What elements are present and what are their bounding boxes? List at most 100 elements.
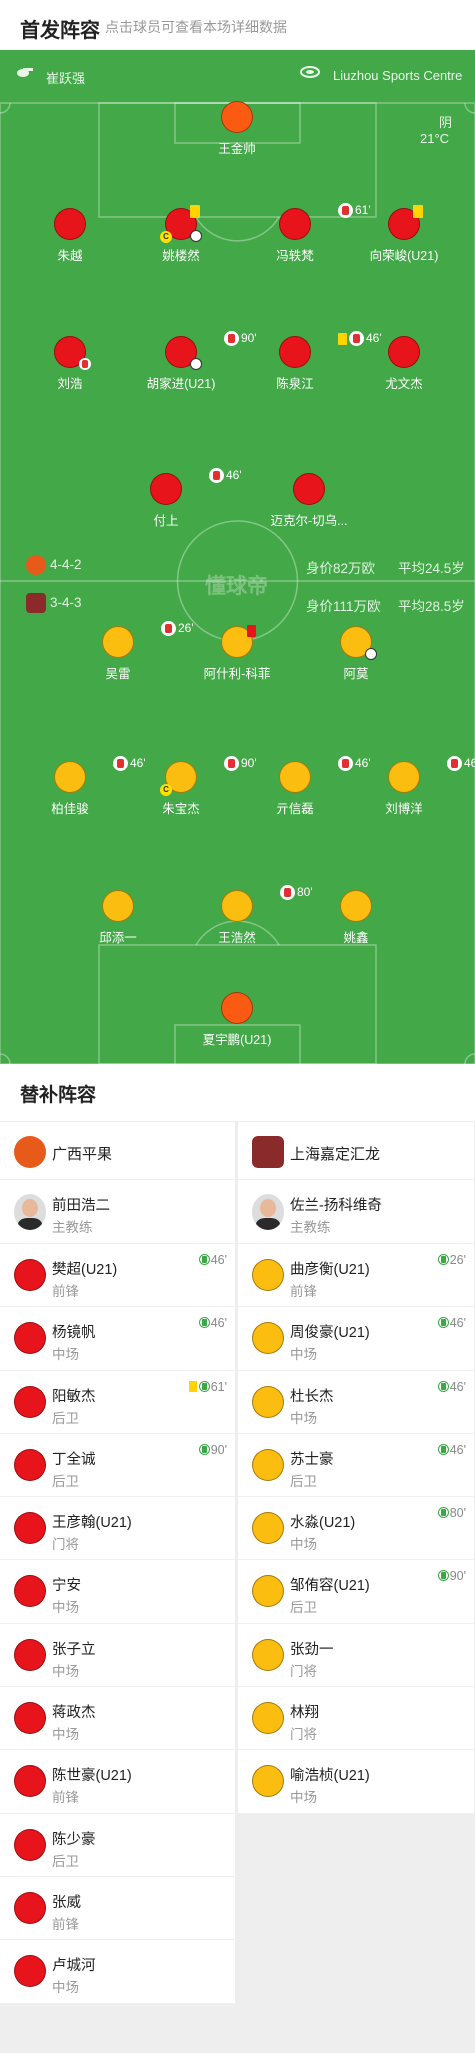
bench-player-row[interactable]: 杨镜帆 中场 46' [0, 1307, 235, 1371]
bench-player-position: 中场 [52, 1980, 79, 1996]
coach-avatar [252, 1194, 284, 1230]
player-away[interactable]: 46'刘博洋 [349, 756, 475, 817]
sub-in-icon [437, 1570, 449, 1582]
home-coach[interactable]: 前田浩二 主教练 [0, 1180, 235, 1244]
player-away[interactable]: 姚鑫 [301, 890, 411, 946]
sub-out-icon [280, 885, 295, 901]
bench-player-row[interactable]: 王彦翰(U21) 门将 [0, 1497, 235, 1561]
bench-player-row[interactable]: 张子立 中场 [0, 1624, 235, 1688]
player-shirt-icon [252, 1702, 284, 1735]
yellow-card-icon [413, 205, 423, 218]
sub-in-minute: 80' [437, 1506, 466, 1520]
player-shirt-icon [14, 1322, 46, 1355]
player-away[interactable]: 46' 柏佳骏 [15, 756, 145, 817]
home-team-header[interactable]: 广西平果 [0, 1122, 235, 1180]
away-team-name: 上海嘉定汇龙 [290, 1146, 381, 1163]
player-shirt-icon [14, 1448, 46, 1481]
bench-player-row[interactable]: 杜长杰 中场 46' [238, 1371, 474, 1434]
player-shirt-icon [14, 1955, 46, 1988]
player-away[interactable]: 阿什利-科菲 [182, 625, 292, 682]
bench-player-row[interactable]: 陈世豪(U21) 前锋 [0, 1750, 235, 1814]
bench-player-row[interactable]: 阳敏杰 后卫 61' [0, 1371, 235, 1434]
bench-player-name: 蒋政杰 [52, 1705, 96, 1722]
player-home[interactable]: 61' 冯轶梵 [240, 203, 370, 264]
player-home[interactable]: C 姚楼然 [126, 205, 236, 264]
bench-player-position: 门将 [290, 1727, 317, 1743]
bench-player-row[interactable]: 周俊豪(U21) 中场 46' [238, 1307, 474, 1371]
player-home[interactable]: 尤文杰 [349, 336, 459, 392]
sub-in-minute: 26' [437, 1253, 466, 1267]
goal-icon [190, 358, 202, 370]
bench-player-position: 后卫 [52, 1410, 79, 1426]
bench-player-row[interactable]: 林翔 门将 [238, 1687, 474, 1751]
ball-icon [79, 358, 91, 370]
player-home[interactable]: 46' 付上 [111, 468, 242, 529]
sub-in-icon [437, 1443, 449, 1455]
whistle-icon [16, 66, 33, 80]
sub-out-icon [161, 621, 176, 637]
bench-player-row[interactable]: 丁全诚 后卫 90' [0, 1434, 235, 1498]
bench-player-row[interactable]: 陈少豪 后卫 [0, 1814, 235, 1877]
player-shirt-icon [252, 1765, 284, 1798]
bench-player-name: 丁全诚 [52, 1451, 96, 1468]
player-home[interactable]: 刘浩 [15, 336, 125, 392]
bench-player-position: 后卫 [290, 1473, 317, 1489]
player-home[interactable]: 朱越 [15, 208, 125, 264]
bench-player-position: 中场 [52, 1600, 79, 1616]
bench-player-row[interactable]: 曲彦衡(U21) 前锋 26' [238, 1244, 474, 1308]
player-home[interactable]: 迈克尔-切乌... [254, 473, 364, 529]
coach-avatar [14, 1194, 46, 1230]
bench-title: 替补阵容 [20, 1085, 97, 1106]
home-team-name: 广西平果 [52, 1146, 113, 1163]
bench-player-row[interactable]: 张威 前锋 [0, 1877, 235, 1941]
sub-in-minute: 46' [437, 1316, 466, 1330]
home-formation-row: 4-4-2 身价82万欧 平均24.5岁 [0, 554, 475, 576]
player-away[interactable]: 邱添一 [63, 890, 173, 946]
sub-in-icon [198, 1317, 210, 1329]
bench-player-position: 门将 [290, 1663, 317, 1679]
bench-player-position: 后卫 [290, 1600, 317, 1616]
sub-in-minute: 46' [437, 1380, 466, 1394]
page-title: 首发阵容 [20, 20, 100, 42]
sub-in-icon [198, 1443, 210, 1455]
yellow-card-icon [188, 1380, 197, 1392]
bench-player-name: 张威 [52, 1894, 81, 1911]
yellow-card-icon [190, 205, 200, 218]
bench-player-row[interactable]: 张劲一 门将 [238, 1624, 474, 1688]
player-away[interactable]: 阿莫 [301, 626, 411, 682]
venue-name: Liuzhou Sports Centre [333, 68, 463, 83]
pitch: 懂球帝 崔跃强 Liuzhou Sports Centre 阴 21°C 王金帅… [0, 50, 475, 1064]
bench-player-row[interactable]: 水淼(U21) 中场 80' [238, 1497, 474, 1561]
bench-player-row[interactable]: 宁安 中场 [0, 1560, 235, 1624]
player-away-gk[interactable]: 夏宇鹏(U21) [182, 992, 292, 1048]
player-away[interactable]: 46' 亓信磊 [240, 756, 370, 817]
home-bench-column: 广西平果 前田浩二 主教练 樊超(U21) 前锋 46' 杨镜帆 中场 46' 阳敏杰 后卫 6… [0, 1122, 236, 2004]
bench-player-row[interactable]: 卢城河 中场 [0, 1940, 235, 2004]
bench-player-row[interactable]: 樊超(U21) 前锋 46' [0, 1244, 235, 1308]
away-team-header[interactable]: 上海嘉定汇龙 [238, 1122, 474, 1180]
away-coach[interactable]: 佐兰-扬科维奇 主教练 [238, 1180, 474, 1244]
player-away[interactable]: 26' 吴雷 [63, 621, 194, 682]
yellow-card-icon [338, 332, 347, 345]
bench-player-row[interactable]: 蒋政杰 中场 [0, 1687, 235, 1751]
bench-player-row[interactable]: 喻浩桢(U21) 中场 [238, 1750, 474, 1814]
bench-player-name: 阳敏杰 [52, 1388, 96, 1405]
bench-player-row[interactable]: 苏士豪 后卫 46' [238, 1434, 474, 1498]
bench-player-position: 中场 [52, 1347, 79, 1363]
bench-player-row[interactable]: 邹侑容(U21) 后卫 90' [238, 1560, 474, 1624]
sub-out-icon [209, 468, 224, 484]
player-home[interactable]: 46' 陈泉江 [240, 331, 381, 392]
player-home-gk[interactable]: 王金帅 [182, 101, 292, 157]
bench-player-position: 中场 [290, 1347, 317, 1363]
player-home[interactable]: 90' 胡家进(U21) [126, 331, 257, 392]
bench-player-name: 王彦翰(U21) [52, 1515, 132, 1532]
sub-out-icon [224, 756, 239, 772]
red-card-icon [247, 625, 256, 637]
player-shirt-icon [14, 1512, 46, 1545]
sub-in-icon [437, 1507, 449, 1519]
player-home[interactable]: 向荣峻(U21) [349, 205, 459, 264]
bench-player-position: 中场 [52, 1727, 79, 1743]
player-away[interactable]: 90' C 朱宝杰 [126, 756, 257, 817]
player-shirt-icon [14, 1702, 46, 1735]
player-away[interactable]: 80' 王浩然 [182, 885, 312, 946]
